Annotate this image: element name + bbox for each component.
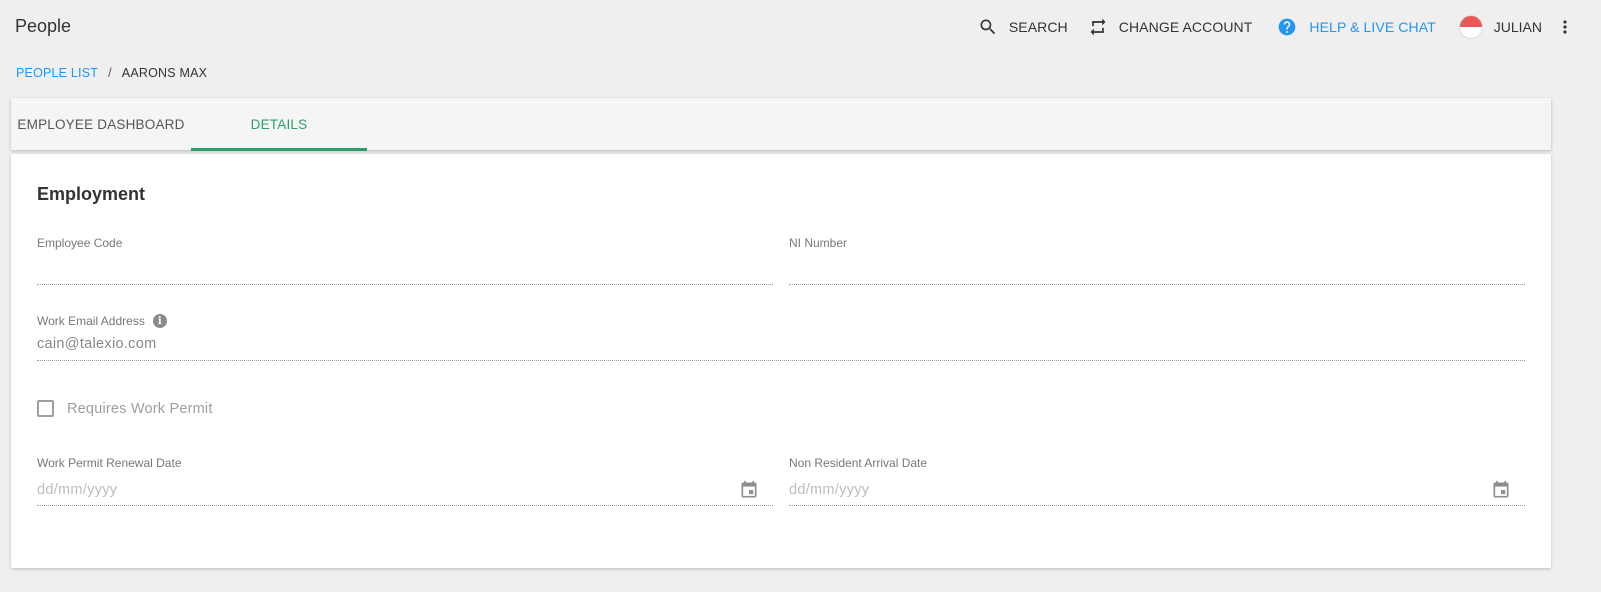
help-icon <box>1277 17 1297 37</box>
tab-bar: EMPLOYEE DASHBOARD DETAILS <box>11 98 1551 151</box>
top-actions: SEARCH CHANGE ACCOUNT HELP & LIVE CHAT J… <box>978 0 1575 54</box>
info-icon[interactable]: i <box>152 314 167 328</box>
more-vert-icon[interactable] <box>1555 17 1575 37</box>
search-label: SEARCH <box>1008 19 1068 35</box>
work-permit-renewal-date-underline <box>37 505 773 506</box>
non-resident-arrival-date-underline <box>789 505 1525 506</box>
change-account-button[interactable]: CHANGE ACCOUNT <box>1088 17 1253 37</box>
work-permit-renewal-date-input[interactable]: dd/mm/yyyy <box>37 482 117 498</box>
non-resident-arrival-date-input[interactable]: dd/mm/yyyy <box>789 482 869 498</box>
calendar-icon[interactable] <box>1491 480 1511 500</box>
requires-work-permit-label[interactable]: Requires Work Permit <box>67 401 213 417</box>
work-email-underline <box>37 360 1525 361</box>
change-account-label: CHANGE ACCOUNT <box>1118 19 1253 35</box>
tab-details[interactable]: DETAILS <box>191 98 367 151</box>
requires-work-permit-checkbox[interactable] <box>37 400 54 417</box>
breadcrumb-current: AARONS MAX <box>121 66 208 80</box>
avatar[interactable] <box>1458 15 1483 39</box>
non-resident-arrival-date-field[interactable]: Non Resident Arrival Date dd/mm/yyyy <box>789 456 1525 508</box>
breadcrumb: PEOPLE LIST / AARONS MAX <box>16 66 207 80</box>
breadcrumb-separator: / <box>108 66 112 80</box>
requires-work-permit-row[interactable]: Requires Work Permit <box>37 400 213 417</box>
work-permit-renewal-date-field[interactable]: Work Permit Renewal Date dd/mm/yyyy <box>37 456 773 508</box>
work-email-value[interactable]: cain@talexio.com <box>37 336 156 352</box>
swap-icon <box>1088 17 1108 37</box>
employment-card: Employment Employee Code NI Number Work … <box>11 154 1551 568</box>
ni-number-label: NI Number <box>789 236 848 250</box>
ni-number-field[interactable]: NI Number <box>789 236 1525 286</box>
employee-code-underline <box>37 284 773 285</box>
non-resident-arrival-date-label: Non Resident Arrival Date <box>789 456 928 470</box>
breadcrumb-people-list[interactable]: PEOPLE LIST <box>16 66 98 80</box>
employee-code-field[interactable]: Employee Code <box>37 236 773 286</box>
work-email-field[interactable]: Work Email Address i cain@talexio.com <box>37 314 1525 364</box>
work-email-label-row: Work Email Address i <box>37 314 1525 328</box>
employee-code-label: Employee Code <box>37 236 123 250</box>
search-icon <box>978 17 998 37</box>
calendar-icon[interactable] <box>739 480 759 500</box>
work-permit-renewal-date-label: Work Permit Renewal Date <box>37 456 182 470</box>
ni-number-underline <box>789 284 1525 285</box>
user-name[interactable]: JULIAN <box>1494 19 1542 35</box>
work-email-label: Work Email Address <box>37 314 145 328</box>
page-title: People <box>15 16 72 36</box>
top-bar: People SEARCH CHANGE ACCOUNT HELP & LIVE… <box>0 0 1601 54</box>
help-live-chat-button[interactable]: HELP & LIVE CHAT <box>1277 17 1436 37</box>
tab-employee-dashboard[interactable]: EMPLOYEE DASHBOARD <box>11 98 191 150</box>
search-button[interactable]: SEARCH <box>978 17 1068 37</box>
help-label: HELP & LIVE CHAT <box>1309 19 1436 35</box>
section-title: Employment <box>37 184 146 204</box>
